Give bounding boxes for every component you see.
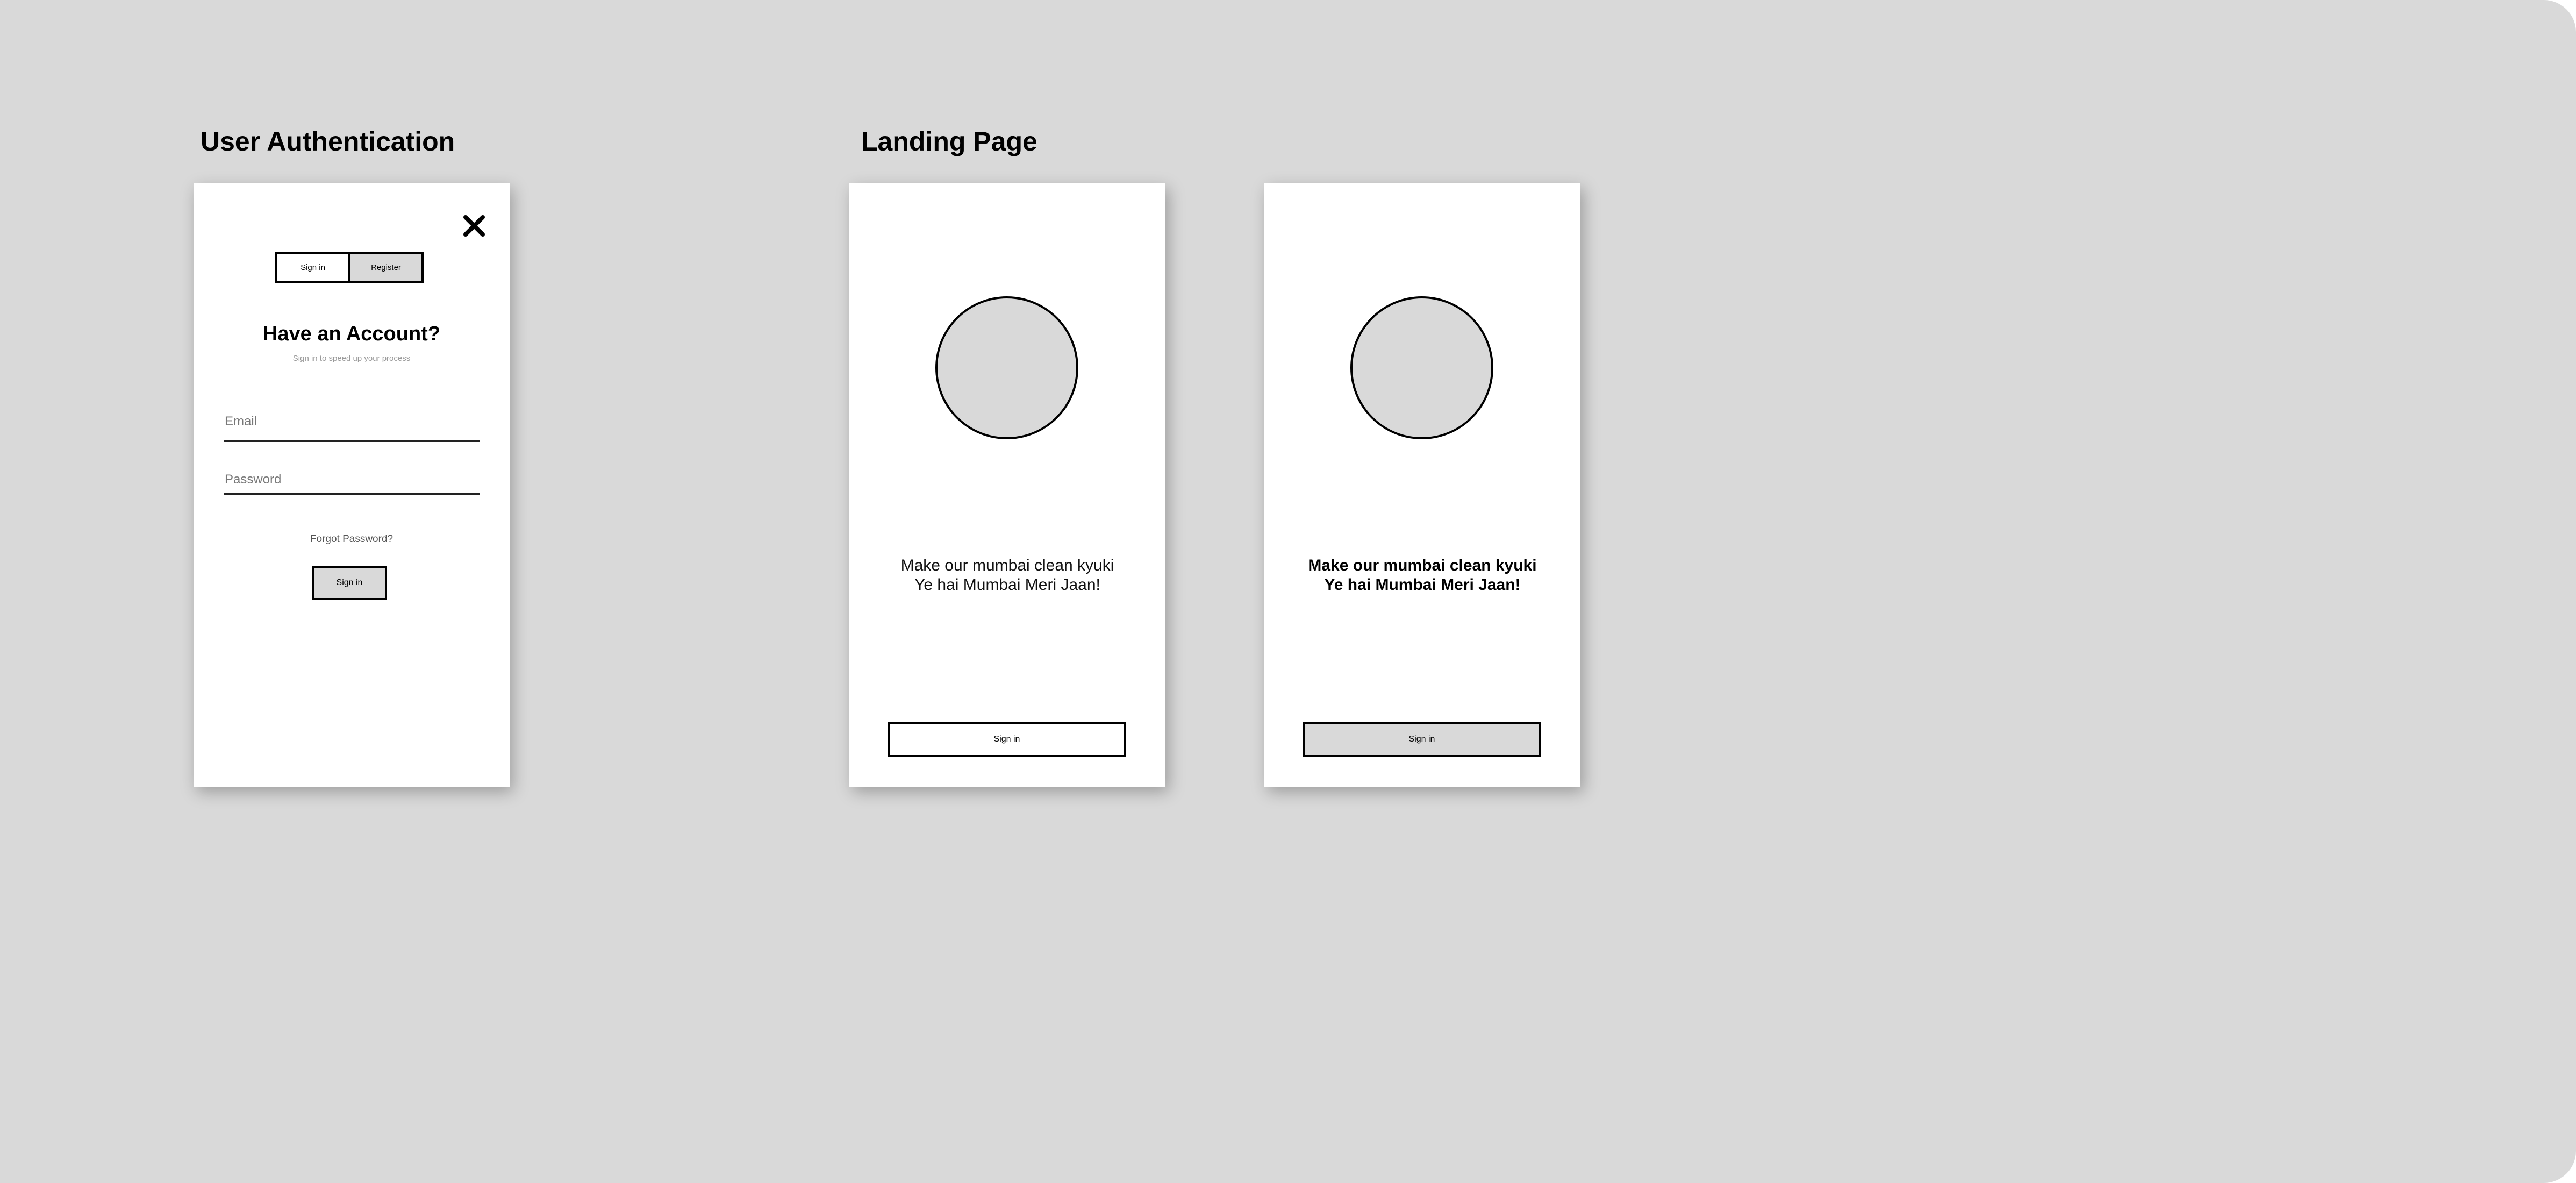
tagline-line-2: Ye hai Mumbai Meri Jaan! <box>914 576 1100 594</box>
landing-tagline: Make our mumbai clean kyuki Ye hai Mumba… <box>1264 556 1580 595</box>
password-input[interactable] <box>224 472 481 487</box>
logo-placeholder-circle <box>1350 296 1493 439</box>
design-canvas: User Authentication Landing Page Sign in… <box>0 0 2576 1183</box>
email-input[interactable] <box>224 414 481 429</box>
auth-screen-frame: Sign in Register Have an Account? Sign i… <box>194 183 510 787</box>
auth-mode-toggle: Sign in Register <box>275 252 424 283</box>
forgot-password-link[interactable]: Forgot Password? <box>194 533 510 545</box>
landing-screen-frame-1: Make our mumbai clean kyuki Ye hai Mumba… <box>849 183 1165 787</box>
password-field <box>224 472 481 495</box>
tagline-line-1: Make our mumbai clean kyuki <box>1308 557 1537 574</box>
section-title-user-authentication: User Authentication <box>201 126 455 156</box>
landing-tagline: Make our mumbai clean kyuki Ye hai Mumba… <box>849 556 1165 595</box>
logo-placeholder-circle <box>935 296 1078 439</box>
tagline-line-2: Ye hai Mumbai Meri Jaan! <box>1324 576 1521 594</box>
landing-sign-in-button[interactable]: Sign in <box>1303 722 1541 757</box>
auth-sign-in-button[interactable]: Sign in <box>312 566 387 600</box>
auth-heading: Have an Account? <box>262 323 441 345</box>
email-field <box>224 414 481 442</box>
section-title-landing-page: Landing Page <box>861 126 1037 156</box>
landing-screen-frame-2: Make our mumbai clean kyuki Ye hai Mumba… <box>1264 183 1580 787</box>
toggle-sign-in-button[interactable]: Sign in <box>277 254 350 281</box>
tagline-line-1: Make our mumbai clean kyuki <box>900 557 1114 574</box>
close-icon[interactable] <box>463 215 485 237</box>
toggle-register-button[interactable]: Register <box>350 254 421 281</box>
landing-sign-in-button[interactable]: Sign in <box>888 722 1126 757</box>
auth-subheading: Sign in to speed up your process <box>292 354 411 363</box>
